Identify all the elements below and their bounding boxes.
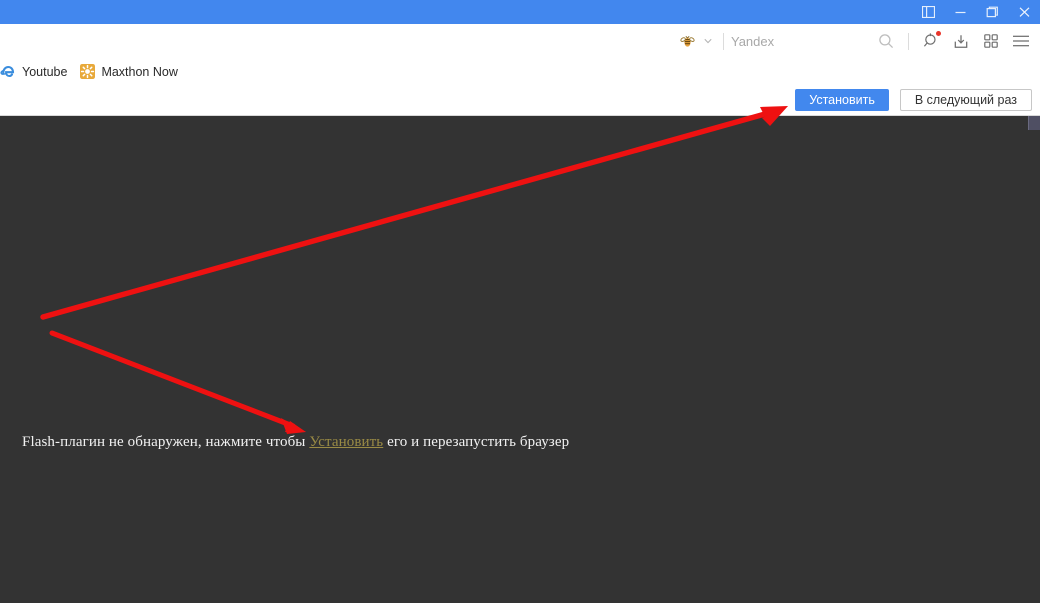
bee-icon[interactable] <box>676 30 698 52</box>
apps-grid-button[interactable] <box>976 26 1006 56</box>
search-zone <box>676 24 1040 58</box>
minimize-icon <box>955 11 965 14</box>
ie-e-icon-glyph <box>0 65 15 77</box>
close-icon <box>1019 7 1029 17</box>
main-menu-button[interactable] <box>1006 26 1036 56</box>
browser-toolbar <box>0 24 1040 59</box>
ie-e-icon <box>0 64 16 80</box>
next-time-button[interactable]: В следующий раз <box>899 89 1032 111</box>
downloads-button[interactable] <box>946 26 976 56</box>
bookmark-label: Youtube <box>22 64 68 79</box>
scan-qr-button[interactable] <box>916 26 946 56</box>
chevron-down-icon <box>704 38 712 44</box>
page-viewport: Flash-плагин не обнаружен, нажмите чтобы… <box>0 116 1040 603</box>
restore-button[interactable] <box>976 0 1008 24</box>
title-bar <box>0 0 1040 24</box>
download-icon <box>954 34 968 48</box>
bookmarks-bar: Youtube Maxthon Now <box>0 58 1040 86</box>
toolbar-divider-2 <box>908 32 909 50</box>
search-input[interactable] <box>731 33 871 49</box>
toolbar-divider-1 <box>723 32 724 50</box>
flash-missing-message: Flash-плагин не обнаружен, нажмите чтобы… <box>22 434 569 451</box>
install-button[interactable]: Установить <box>795 89 889 111</box>
vertical-scrollbar-thumb[interactable] <box>1028 116 1040 130</box>
hamburger-menu-icon <box>1013 35 1029 47</box>
close-button[interactable] <box>1008 0 1040 24</box>
apps-grid-icon <box>984 34 998 48</box>
notification-badge <box>936 31 941 36</box>
flash-install-notification-bar: Установить В следующий раз <box>0 85 1040 116</box>
bee-icon-glyph <box>679 36 695 47</box>
sidebar-icon <box>921 6 935 18</box>
sunburst-icon <box>79 64 95 80</box>
search-engine-dropdown[interactable] <box>700 30 716 52</box>
install-flash-link[interactable]: Установить <box>309 434 383 450</box>
search-icon <box>879 34 894 49</box>
sidebar-toggle-button[interactable] <box>912 0 944 24</box>
flash-message-suffix: его и перезапустить браузер <box>383 434 570 450</box>
sunburst-icon-glyph <box>79 64 95 79</box>
restore-icon <box>986 6 998 18</box>
search-submit-button[interactable] <box>871 26 901 56</box>
minimize-button[interactable] <box>944 0 976 24</box>
bookmark-label: Maxthon Now <box>101 64 178 79</box>
bookmark-youtube[interactable]: Youtube <box>0 60 73 83</box>
bookmark-maxthon-now[interactable]: Maxthon Now <box>73 60 183 83</box>
browser-window: Youtube <box>0 0 1040 603</box>
flash-message-prefix: Flash-плагин не обнаружен, нажмите чтобы <box>22 434 310 450</box>
